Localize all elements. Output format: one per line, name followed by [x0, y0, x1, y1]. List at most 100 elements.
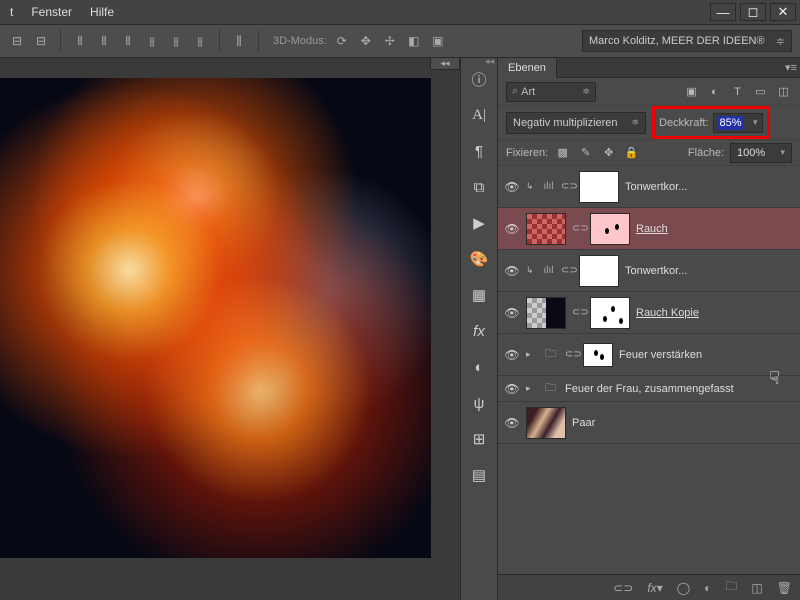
filter-image-icon[interactable]: ▣ [683, 83, 700, 100]
orbit-icon[interactable]: ⟳ [333, 32, 351, 50]
distribute-icon[interactable]: ⫴ [119, 32, 137, 50]
pan-icon[interactable]: ✥ [357, 32, 375, 50]
layer-name[interactable]: Rauch [636, 223, 668, 235]
layer-mask-thumb[interactable] [579, 171, 619, 203]
distribute-icon[interactable]: ⫵ [143, 32, 161, 50]
menu-item[interactable]: t [10, 5, 13, 19]
camera-icon[interactable]: ▣ [429, 32, 447, 50]
lock-all-icon[interactable]: 🔒 [623, 144, 640, 161]
layer-mask-thumb[interactable] [590, 297, 630, 329]
menu-item-window[interactable]: Fenster [31, 5, 72, 19]
workspace-label: Marco Kolditz, MEER DER IDEEN® [589, 35, 765, 47]
swatches-panel-icon[interactable]: ▦ [466, 284, 492, 306]
delete-icon[interactable]: 🗑 [777, 581, 792, 595]
layer-name[interactable]: Tonwertkor... [625, 181, 687, 193]
properties-panel-icon[interactable]: ▤ [466, 464, 492, 486]
link-icon: ⊂⊃ [572, 223, 584, 234]
layer-row[interactable]: 👁 ⊂⊃ Rauch Kopie [498, 292, 800, 334]
layer-thumb[interactable] [526, 213, 566, 245]
distribute-icon[interactable]: ⫵ [167, 32, 185, 50]
character-panel-icon[interactable]: A| [466, 104, 492, 126]
visibility-toggle[interactable]: 👁 [504, 306, 520, 320]
layer-name[interactable]: Rauch Kopie [636, 307, 699, 319]
color-panel-icon[interactable]: 🎨 [466, 248, 492, 270]
maximize-button[interactable]: ◻ [740, 3, 766, 21]
collapsed-dock: ◂◂ ⓘ A| ¶ ⧉ ▶ 🎨 ▦ fx ◐ ψ ⊞ ▤ [460, 58, 498, 600]
layer-mask-thumb[interactable] [590, 213, 630, 245]
canvas-area[interactable]: ◂◂ [0, 58, 460, 600]
layers-panel: Ebenen ▾≡ Art≑ ▣ ◐ T ▭ ◫ Negativ multipl… [498, 58, 800, 600]
visibility-toggle[interactable]: 👁 [504, 180, 520, 194]
close-button[interactable]: ✕ [770, 3, 796, 21]
visibility-toggle[interactable]: 👁 [504, 264, 520, 278]
scale-icon[interactable]: ◧ [405, 32, 423, 50]
styles-panel-icon[interactable]: fx [466, 320, 492, 342]
layer-name[interactable]: Tonwertkor... [625, 265, 687, 277]
distribute-icon[interactable]: ⫴ [95, 32, 113, 50]
expand-toggle[interactable]: ▸ [526, 349, 536, 360]
layer-row[interactable]: 👁 ↳ ılıl ⊂⊃ Tonwertkor... [498, 250, 800, 292]
mask-icon[interactable]: ◯ [677, 581, 690, 595]
align-icon[interactable]: ⊟ [8, 32, 26, 50]
new-layer-icon[interactable]: ◫ [751, 581, 762, 595]
layer-row-group[interactable]: 👁 ▸ 🗀 ⊂⊃ Feuer verstärken [498, 334, 800, 376]
move-icon[interactable]: ✢ [381, 32, 399, 50]
filter-type-icon[interactable]: T [729, 83, 746, 100]
link-icon: ⊂⊃ [565, 349, 577, 360]
lock-label: Fixieren: [506, 147, 548, 159]
canvas[interactable] [0, 78, 431, 558]
chevron-down-icon: ≑ [776, 35, 785, 48]
info-panel-icon[interactable]: ⓘ [466, 68, 492, 90]
paragraph-panel-icon[interactable]: ¶ [466, 140, 492, 162]
fx-icon[interactable]: fx▾ [647, 581, 662, 595]
expand-toggle[interactable]: ▸ [526, 383, 536, 394]
distribute-icon[interactable]: ⫴ [71, 32, 89, 50]
filter-smart-icon[interactable]: ◫ [775, 83, 792, 100]
align-icon[interactable]: ⫼ [230, 32, 248, 50]
visibility-toggle[interactable]: 👁 [504, 222, 520, 236]
layers-tab[interactable]: Ebenen [498, 58, 557, 78]
group-icon[interactable]: 🗀 [725, 577, 737, 598]
panel-menu-icon[interactable]: ▾≡ [782, 61, 800, 74]
adjustment-icon[interactable]: ◐ [704, 581, 711, 595]
menu-item-help[interactable]: Hilfe [90, 5, 114, 19]
visibility-toggle[interactable]: 👁 [504, 416, 520, 430]
workspace-selector[interactable]: Marco Kolditz, MEER DER IDEEN® ≑ [582, 30, 792, 52]
collapse-dock-icon[interactable]: ◂◂ [430, 58, 460, 70]
clone-panel-icon[interactable]: ⧉ [466, 176, 492, 198]
layer-mask-thumb[interactable] [583, 343, 613, 367]
link-layers-icon[interactable]: ⊂⊃ [613, 581, 633, 595]
menu-bar: t Fenster Hilfe [0, 0, 114, 24]
layer-thumb[interactable] [526, 297, 566, 329]
layer-name[interactable]: Paar [572, 417, 595, 429]
lock-transparency-icon[interactable]: ▩ [554, 144, 571, 161]
adjustments-panel-icon[interactable]: ◐ [466, 356, 492, 378]
lock-position-icon[interactable]: ✥ [600, 144, 617, 161]
blend-mode-select[interactable]: Negativ multiplizieren≑ [506, 112, 646, 134]
layer-row-group[interactable]: 👁 ▸ 🗀 Feuer der Frau, zusammengefasst [498, 376, 800, 402]
visibility-toggle[interactable]: 👁 [504, 348, 520, 362]
filter-shape-icon[interactable]: ▭ [752, 83, 769, 100]
align-icon[interactable]: ⊟ [32, 32, 50, 50]
options-bar: ⊟ ⊟ ⫴ ⫴ ⫴ ⫵ ⫵ ⫵ ⫼ 3D-Modus: ⟳ ✥ ✢ ◧ ▣ Ma… [0, 24, 800, 58]
layer-row-selected[interactable]: 👁 ⊂⊃ Rauch [498, 208, 800, 250]
layer-filter-select[interactable]: Art≑ [506, 82, 596, 102]
layer-name[interactable]: Feuer der Frau, zusammengefasst [565, 383, 734, 395]
brush-presets-icon[interactable]: ⊞ [466, 428, 492, 450]
layer-mask-thumb[interactable] [579, 255, 619, 287]
brush-panel-icon[interactable]: ψ [466, 392, 492, 414]
fill-input[interactable]: 100%▾ [730, 143, 792, 163]
navigator-panel-icon[interactable]: ▶ [466, 212, 492, 234]
filter-adjustment-icon[interactable]: ◐ [706, 83, 723, 100]
lock-pixels-icon[interactable]: ✎ [577, 144, 594, 161]
opacity-input[interactable]: 85%▾ [713, 113, 763, 133]
dock-header[interactable]: ◂◂ [461, 56, 497, 68]
distribute-icon[interactable]: ⫵ [191, 32, 209, 50]
layer-name[interactable]: Feuer verstärken [619, 349, 702, 361]
layer-thumb[interactable] [526, 407, 566, 439]
layer-row[interactable]: 👁 ↳ ılıl ⊂⊃ Tonwertkor... [498, 166, 800, 208]
layer-row[interactable]: 👁 Paar [498, 402, 800, 444]
visibility-toggle[interactable]: 👁 [504, 382, 520, 396]
minimize-button[interactable]: — [710, 3, 736, 21]
folder-icon: 🗀 [542, 346, 559, 363]
